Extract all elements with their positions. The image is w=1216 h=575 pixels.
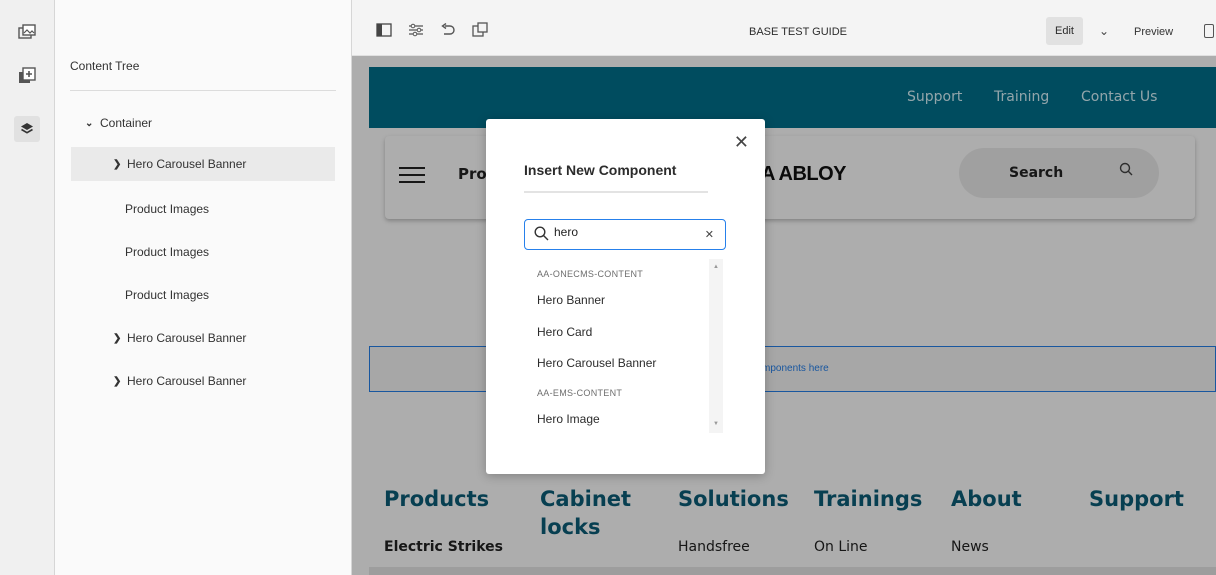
add-component-icon[interactable] bbox=[16, 65, 38, 87]
tree-item-container[interactable]: ⌄ Container bbox=[71, 106, 335, 140]
tree-item-product-images[interactable]: Product Images bbox=[71, 235, 335, 269]
tree-item-label: Product Images bbox=[125, 245, 210, 259]
clear-search-icon[interactable]: ✕ bbox=[705, 228, 714, 241]
tree-item-product-images[interactable]: Product Images bbox=[71, 278, 335, 312]
undo-icon[interactable] bbox=[439, 22, 457, 38]
close-icon[interactable]: ✕ bbox=[734, 133, 749, 151]
emulator-icon[interactable] bbox=[471, 22, 489, 38]
layers-icon[interactable] bbox=[14, 116, 40, 142]
chevron-right-icon[interactable]: ❯ bbox=[113, 159, 125, 170]
divider bbox=[524, 191, 708, 193]
edit-mode-button[interactable]: Edit bbox=[1046, 17, 1083, 45]
result-group-header: AA-EMS-CONTENT bbox=[537, 388, 623, 398]
results-scrollbar[interactable]: ▲ ▼ bbox=[709, 259, 723, 433]
tree-item-label: Hero Carousel Banner bbox=[127, 331, 247, 345]
chevron-right-icon[interactable]: ❯ bbox=[113, 333, 125, 344]
tree-item-label: Hero Carousel Banner bbox=[127, 374, 247, 388]
component-results-list: AA-ONECMS-CONTENT Hero Banner Hero Card … bbox=[524, 259, 724, 434]
component-search-input[interactable] bbox=[554, 225, 694, 239]
modal-backdrop[interactable] bbox=[352, 56, 1216, 575]
tree-item-label: Hero Carousel Banner bbox=[127, 157, 247, 171]
tree-item-label: Product Images bbox=[125, 202, 210, 216]
scroll-down-icon[interactable]: ▼ bbox=[713, 421, 719, 427]
tree-item-hero-carousel-banner[interactable]: ❯ Hero Carousel Banner bbox=[71, 147, 335, 181]
chevron-right-icon[interactable]: ❯ bbox=[113, 376, 125, 387]
preview-button[interactable]: Preview bbox=[1134, 26, 1173, 38]
chevron-down-icon[interactable]: ⌄ bbox=[85, 118, 97, 129]
result-item-hero-carousel-banner[interactable]: Hero Carousel Banner bbox=[537, 356, 656, 370]
result-item-hero-card[interactable]: Hero Card bbox=[537, 325, 592, 339]
tree-item-hero-carousel-banner[interactable]: ❯ Hero Carousel Banner bbox=[71, 321, 335, 355]
page-properties-icon[interactable] bbox=[407, 22, 425, 38]
tree-item-label: Container bbox=[100, 116, 153, 130]
left-icon-rail bbox=[0, 0, 55, 575]
tree-item-hero-carousel-banner[interactable]: ❯ Hero Carousel Banner bbox=[71, 364, 335, 398]
insert-component-dialog: ✕ Insert New Component ✕ AA-ONECMS-CONTE… bbox=[486, 119, 765, 474]
tree-item-product-images[interactable]: Product Images bbox=[71, 192, 335, 226]
chevron-down-icon[interactable]: ⌄ bbox=[1099, 24, 1109, 38]
result-item-hero-image[interactable]: Hero Image bbox=[537, 412, 600, 426]
search-icon bbox=[534, 226, 549, 244]
content-tree-title: Content Tree bbox=[70, 59, 140, 73]
side-panel-toggle-icon[interactable] bbox=[375, 22, 393, 38]
content-tree-panel: Content Tree ⌄ Container ❯ Hero Carousel… bbox=[55, 0, 352, 575]
page-info-icon[interactable] bbox=[1204, 24, 1214, 38]
dialog-title: Insert New Component bbox=[524, 162, 677, 178]
scroll-up-icon[interactable]: ▲ bbox=[713, 264, 719, 270]
result-group-header: AA-ONECMS-CONTENT bbox=[537, 269, 644, 279]
divider bbox=[70, 90, 336, 91]
page-title: BASE TEST GUIDE bbox=[749, 26, 848, 38]
page-canvas: Support Training Contact Us Pro A ABLOY … bbox=[352, 56, 1216, 575]
tree-item-label: Product Images bbox=[125, 288, 210, 302]
page-assets-icon[interactable] bbox=[16, 21, 38, 43]
result-item-hero-banner[interactable]: Hero Banner bbox=[537, 293, 605, 307]
component-search-field[interactable]: ✕ bbox=[524, 219, 726, 250]
editor-toolbar: BASE TEST GUIDE Edit ⌄ Preview bbox=[352, 0, 1216, 56]
